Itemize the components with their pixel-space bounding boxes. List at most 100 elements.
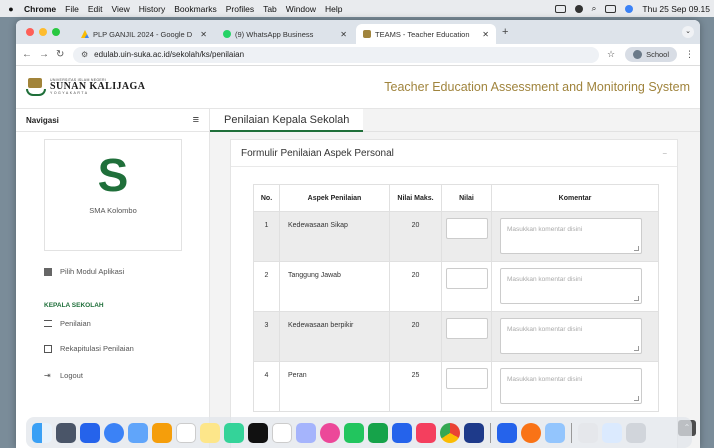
tab-label: TEAMS - Teacher Education	[375, 29, 470, 39]
url-text[interactable]: edulab.uin-suka.ac.id/sekolah/ks/penilai…	[94, 50, 244, 59]
table-row: 1 Kedewasaan Sikap 20 Masukkan komentar …	[253, 211, 659, 262]
menu-view[interactable]: View	[111, 4, 129, 14]
komentar-textarea[interactable]: Masukkan komentar disini	[500, 318, 642, 354]
menu-window[interactable]: Window	[286, 4, 316, 14]
menu-edit[interactable]: Edit	[88, 4, 103, 14]
screen-share-icon[interactable]	[574, 4, 583, 13]
row-aspek: Kedewasaan berpikir	[279, 311, 390, 362]
sidebar-item-label: Penilaian	[60, 319, 91, 328]
sidebar-item-rekapitulasi[interactable]: Rekapitulasi Penilaian	[44, 344, 134, 353]
chrome-app-icon[interactable]	[521, 422, 541, 443]
siri-icon[interactable]	[625, 4, 634, 13]
forward-arrow-icon[interactable]: →	[39, 49, 49, 60]
collapse-icon[interactable]: −	[662, 149, 667, 158]
sidebar-title: Navigasi	[26, 115, 59, 125]
menu-bookmarks[interactable]: Bookmarks	[174, 4, 217, 14]
row-maks: 25	[389, 361, 442, 412]
notes-icon[interactable]	[200, 422, 220, 443]
trash-icon[interactable]	[626, 422, 646, 443]
sidebar-item-logout[interactable]: ⇥ Logout	[44, 371, 83, 380]
whatsapp-icon	[223, 30, 231, 38]
nilai-input[interactable]	[445, 318, 488, 339]
komentar-textarea[interactable]: Masukkan komentar disini	[500, 218, 642, 254]
table-header-row: No. Aspek Penilaian Nilai Maks. Nilai Ko…	[253, 184, 659, 212]
control-center-icon[interactable]	[605, 4, 617, 13]
menu-help[interactable]: Help	[325, 4, 342, 14]
menu-profiles[interactable]: Profiles	[226, 4, 254, 14]
browser-window: PLP GANJIL 2024 - Google D ✕ (9) WhatsAp…	[16, 20, 700, 448]
tv-icon[interactable]	[248, 422, 268, 443]
tab-close-icon[interactable]: ✕	[340, 30, 347, 39]
photos-icon[interactable]	[152, 422, 172, 443]
app-store-icon[interactable]	[392, 422, 412, 443]
profile-button[interactable]: School	[625, 47, 677, 62]
menu-tab[interactable]: Tab	[263, 4, 277, 14]
sidebar-item-label: Rekapitulasi Penilaian	[60, 344, 134, 353]
apps-grid-icon[interactable]	[80, 422, 100, 443]
dock-separator	[490, 422, 491, 443]
komentar-textarea[interactable]: Masukkan komentar disini	[500, 268, 642, 304]
music-icon[interactable]	[416, 422, 436, 443]
tab-close-icon[interactable]: ✕	[200, 30, 207, 39]
nilai-input[interactable]	[445, 268, 488, 289]
tab-label: (9) WhatsApp Business	[235, 29, 314, 39]
facetime-icon[interactable]	[368, 422, 388, 443]
komentar-textarea[interactable]: Masukkan komentar disini	[500, 368, 642, 404]
safari-icon[interactable]	[104, 422, 124, 443]
row-maks: 20	[389, 211, 442, 262]
finder-window-icon[interactable]	[545, 422, 565, 443]
maximize-window-button[interactable]	[52, 28, 60, 36]
site-settings-icon[interactable]: ⚙	[81, 50, 88, 59]
uin-logo-icon	[363, 30, 371, 38]
reminders-icon[interactable]	[272, 422, 292, 443]
menu-file[interactable]: File	[65, 4, 79, 14]
maps-icon[interactable]	[224, 422, 244, 443]
preview-icon[interactable]	[296, 422, 316, 443]
screenshot-folder-icon[interactable]	[578, 422, 598, 443]
new-tab-button[interactable]: +	[502, 26, 508, 38]
clock[interactable]: Thu 25 Sep 09.15	[642, 4, 710, 14]
tab-whatsapp[interactable]: (9) WhatsApp Business ✕	[216, 24, 354, 44]
reload-icon[interactable]: ↻	[56, 49, 64, 60]
sidebar: Navigasi ≡ S SMA Kolombo Pilih Modul Apl…	[16, 109, 210, 448]
search-icon[interactable]: ⌕	[592, 3, 597, 14]
downloads-folder-icon[interactable]	[602, 422, 622, 443]
row-no: 1	[253, 211, 280, 262]
row-maks: 20	[389, 261, 442, 312]
finder-icon[interactable]	[32, 422, 52, 443]
google-drive-icon	[81, 30, 89, 38]
university-logo[interactable]: UNIVERSITAS ISLAM NEGERI SUNAN KALIJAGA …	[26, 77, 145, 97]
battery-icon[interactable]	[554, 4, 566, 13]
more-menu-icon[interactable]: ⋮	[685, 49, 694, 60]
tab-google-drive[interactable]: PLP GANJIL 2024 - Google D ✕	[74, 24, 214, 44]
calendar-icon[interactable]	[176, 422, 196, 443]
messages-icon[interactable]	[344, 422, 364, 443]
teams-app-icon[interactable]	[464, 422, 484, 443]
nilai-input[interactable]	[445, 368, 488, 389]
nilai-input[interactable]	[445, 218, 488, 239]
bookmark-star-icon[interactable]: ☆	[607, 49, 615, 60]
school-initial-avatar: S	[97, 149, 129, 201]
card-header: Formulir Penilaian Aspek Personal −	[231, 140, 677, 167]
row-aspek: Tanggung Jawab	[279, 261, 390, 312]
minimize-window-button[interactable]	[39, 28, 47, 36]
menu-app-name[interactable]: Chrome	[24, 4, 56, 14]
chrome-icon[interactable]	[440, 422, 460, 443]
word-icon[interactable]	[497, 422, 517, 443]
close-window-button[interactable]	[26, 28, 34, 36]
row-maks: 20	[389, 311, 442, 362]
sidebar-item-pilih-modul[interactable]: Pilih Modul Aplikasi	[44, 267, 124, 276]
hamburger-menu-icon[interactable]: ≡	[193, 114, 199, 126]
tab-search-chevron-icon[interactable]: ⌄	[682, 26, 694, 38]
tab-close-icon[interactable]: ✕	[482, 30, 489, 39]
tab-teams-active[interactable]: TEAMS - Teacher Education ✕	[356, 24, 496, 44]
sidebar-section-label: KEPALA SEKOLAH	[44, 302, 104, 309]
mail-icon[interactable]	[128, 422, 148, 443]
photo-booth-icon[interactable]	[320, 422, 340, 443]
address-bar[interactable]: ⚙ edulab.uin-suka.ac.id/sekolah/ks/penil…	[73, 46, 599, 63]
launchpad-icon[interactable]	[56, 422, 76, 443]
apple-icon[interactable]: ●	[4, 4, 18, 14]
back-arrow-icon[interactable]: ←	[22, 49, 32, 60]
sidebar-item-penilaian[interactable]: Penilaian	[44, 319, 91, 328]
menu-history[interactable]: History	[139, 4, 165, 14]
